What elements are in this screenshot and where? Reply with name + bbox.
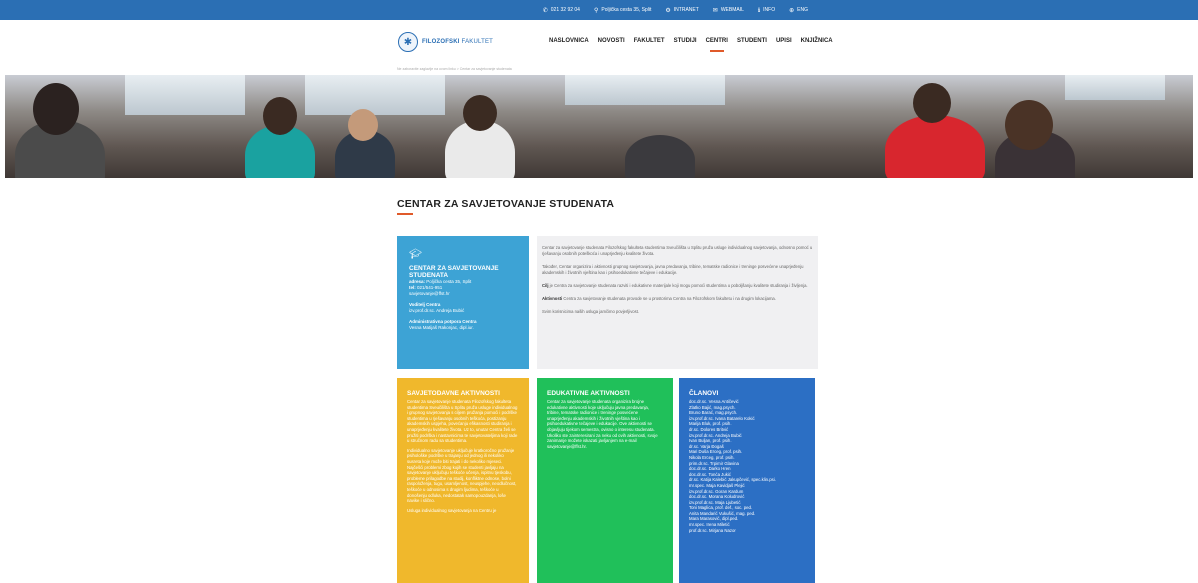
student-head [348,109,378,141]
faculty-emblem-icon: ✱ [398,32,418,52]
site-logo[interactable]: ✱ FILOZOFSKI FAKULTET [398,32,493,52]
student-figure [625,135,695,178]
topbar-phone[interactable]: ✆ 021 32 92 04 [543,7,580,14]
student-head [913,83,951,123]
nav-upisi[interactable]: UPISI [776,38,792,44]
nav-naslovnica[interactable]: NASLOVNICA [549,38,589,44]
student-head [463,95,497,131]
info-box-title: CENTAR ZA SAVJETOVANJE STUDENATA [409,265,499,279]
member-item: prof.dr.sc. Mirjana Nazor [689,527,736,533]
members-title: ČLANOVI [689,390,719,397]
window-shape [565,75,725,105]
top-bar: ✆ 021 32 92 04 ⚲ Poljička cesta 35, Split … [0,0,1198,20]
nav-studiji[interactable]: STUDIJI [674,38,697,44]
info-email[interactable]: savjetovanje@ffst.hr [409,291,517,297]
gear-icon: ⚙ [665,7,671,14]
site-header: ✱ FILOZOFSKI FAKULTET NASLOVNICA NOVOSTI… [0,20,1198,70]
phone-icon: ✆ [542,7,548,14]
nav-centri[interactable]: CENTRI [706,38,728,52]
counseling-paragraph: Centar za savjetovanje studenata Filozof… [407,399,518,444]
window-shape [125,75,245,115]
counseling-paragraph: Individualno savjetovanje uključuje krat… [407,447,517,504]
student-head [1005,100,1053,150]
graduation-cap-icon: 🎓︎ [409,249,422,260]
window-shape [1065,75,1165,100]
map-pin-icon: ⚲ [593,7,599,14]
student-head [263,97,297,135]
window-shape [305,75,445,115]
topbar-info[interactable]: ℹ INFO [758,7,775,14]
education-activities-box: EDUKATIVNE AKTIVNOSTI Centar za savjetov… [537,378,673,583]
description-paragraph: Aktivnosti Centra za savjetovanje studen… [542,296,776,301]
topbar-lang[interactable]: ⊕ ENG [789,7,808,14]
mail-icon: ✉ [712,7,718,14]
info-head: izv.prof.dr.sc. Andreja Bubić [409,308,465,313]
title-underline [397,213,413,215]
description-paragraph: Centar za savjetovanje studenata Filozof… [542,245,813,256]
info-icon: ℹ [757,7,761,14]
members-box: ČLANOVI doc.dr.sc. Vesna Antičević Zlatk… [679,378,815,583]
topbar-address[interactable]: ⚲ Poljička cesta 35, Split [594,7,651,14]
description-paragraph: Također, Centar organizira i aktivnosti … [542,264,804,275]
main-nav: NASLOVNICA NOVOSTI FAKULTET STUDIJI CENT… [549,38,833,52]
topbar-webmail[interactable]: ✉ WEBMAIL [713,7,744,14]
info-admin: Vesna Matijaš Rakonjac, dipl.iur. [409,325,474,330]
description-box: Centar za savjetovanje studenata Filozof… [537,236,818,369]
nav-fakultet[interactable]: FAKULTET [634,38,665,44]
globe-icon: ⊕ [789,7,795,14]
page-title: CENTAR ZA SAVJETOVANJE STUDENATA [397,198,615,210]
education-title: EDUKATIVNE AKTIVNOSTI [547,390,630,397]
education-paragraph: Centar za savjetovanje studenata organiz… [547,399,658,449]
breadcrumb-bar: Ne zaboravite zaglavlje na ovom linku > … [0,66,1198,75]
breadcrumb[interactable]: Ne zaboravite zaglavlje na ovom linku > … [397,67,512,71]
description-paragraph: Svim korisnicima naših usluga jamčimo po… [542,309,640,314]
nav-studenti[interactable]: STUDENTI [737,38,767,44]
topbar-intranet[interactable]: ⚙ INTRANET [665,7,698,14]
nav-novosti[interactable]: NOVOSTI [598,38,625,44]
nav-knjiznica[interactable]: KNJIŽNICA [801,38,833,44]
student-figure [885,115,985,178]
student-head [33,83,79,135]
logo-text: FILOZOFSKI FAKULTET [422,39,494,45]
counseling-paragraph: Usluga individualnog savjetovanja na Cen… [407,507,497,513]
hero-image [5,75,1193,178]
description-paragraph: Cilj je Centra za savjetovanje studenata… [542,283,808,288]
counseling-title: SAVJETODAVNE AKTIVNOSTI [407,390,500,397]
contact-info-box: 🎓︎ CENTAR ZA SAVJETOVANJE STUDENATA adre… [397,236,529,369]
counseling-activities-box: SAVJETODAVNE AKTIVNOSTI Centar za savjet… [397,378,529,583]
